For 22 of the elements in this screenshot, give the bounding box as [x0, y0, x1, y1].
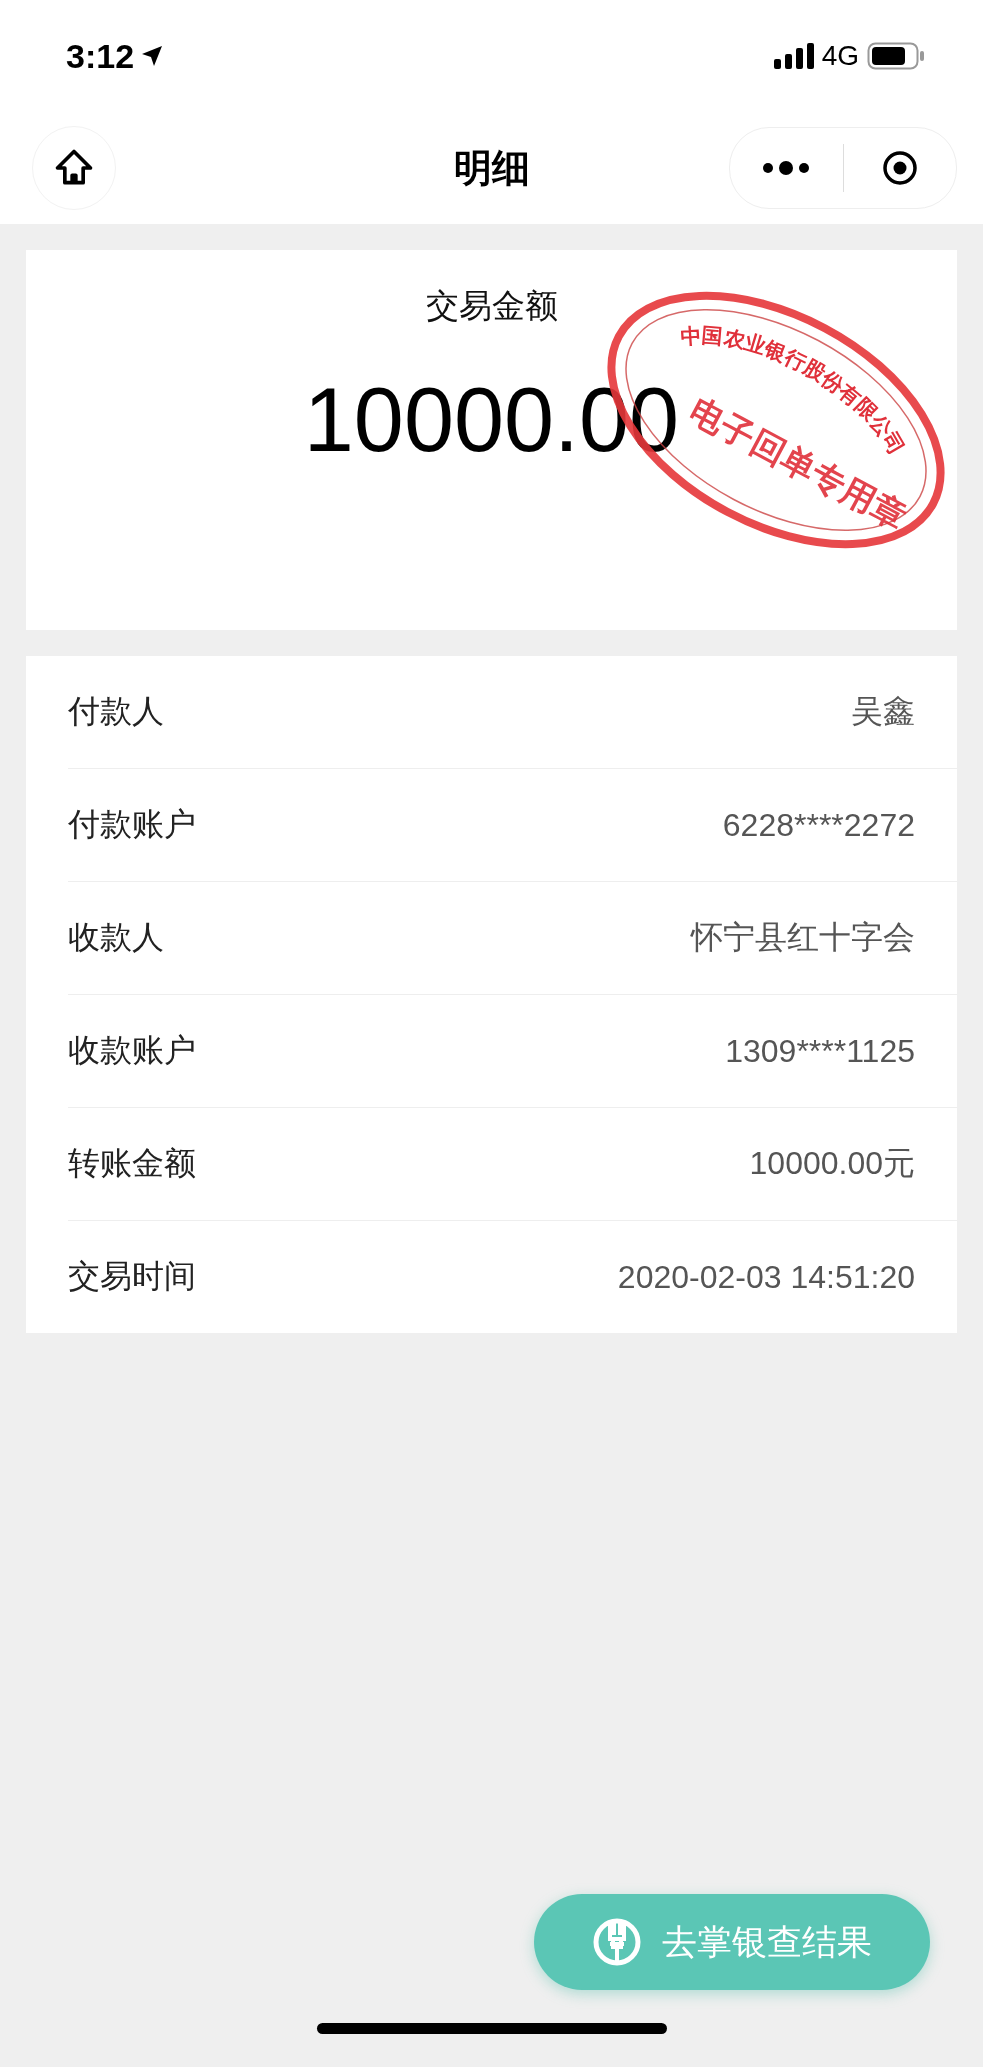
detail-label: 付款账户	[68, 804, 196, 845]
network-label: 4G	[821, 40, 859, 72]
check-result-button[interactable]: 去掌银查结果	[534, 1894, 930, 1990]
detail-value: 6228****2272	[722, 806, 915, 844]
signal-icon	[773, 43, 814, 69]
detail-label: 收款账户	[68, 1030, 196, 1071]
page-title: 明细	[453, 144, 530, 192]
status-time: 3:12	[66, 36, 135, 76]
detail-label: 转账金额	[68, 1143, 196, 1184]
detail-label: 收款人	[68, 917, 164, 958]
detail-value: 吴鑫	[851, 692, 915, 731]
detail-value: 2020-02-03 14:51:20	[617, 1258, 915, 1296]
detail-value: 1309****1125	[725, 1032, 915, 1070]
detail-label: 付款人	[68, 691, 164, 732]
detail-value: 10000.00元	[749, 1144, 915, 1183]
amount-label: 交易金额	[425, 285, 558, 327]
target-icon	[881, 150, 918, 186]
detail-label: 交易时间	[68, 1256, 196, 1297]
location-arrow-icon	[140, 44, 165, 68]
detail-value: 怀宁县红十字会	[691, 918, 915, 957]
battery-icon	[867, 42, 925, 70]
bank-logo-icon	[592, 1917, 642, 1967]
